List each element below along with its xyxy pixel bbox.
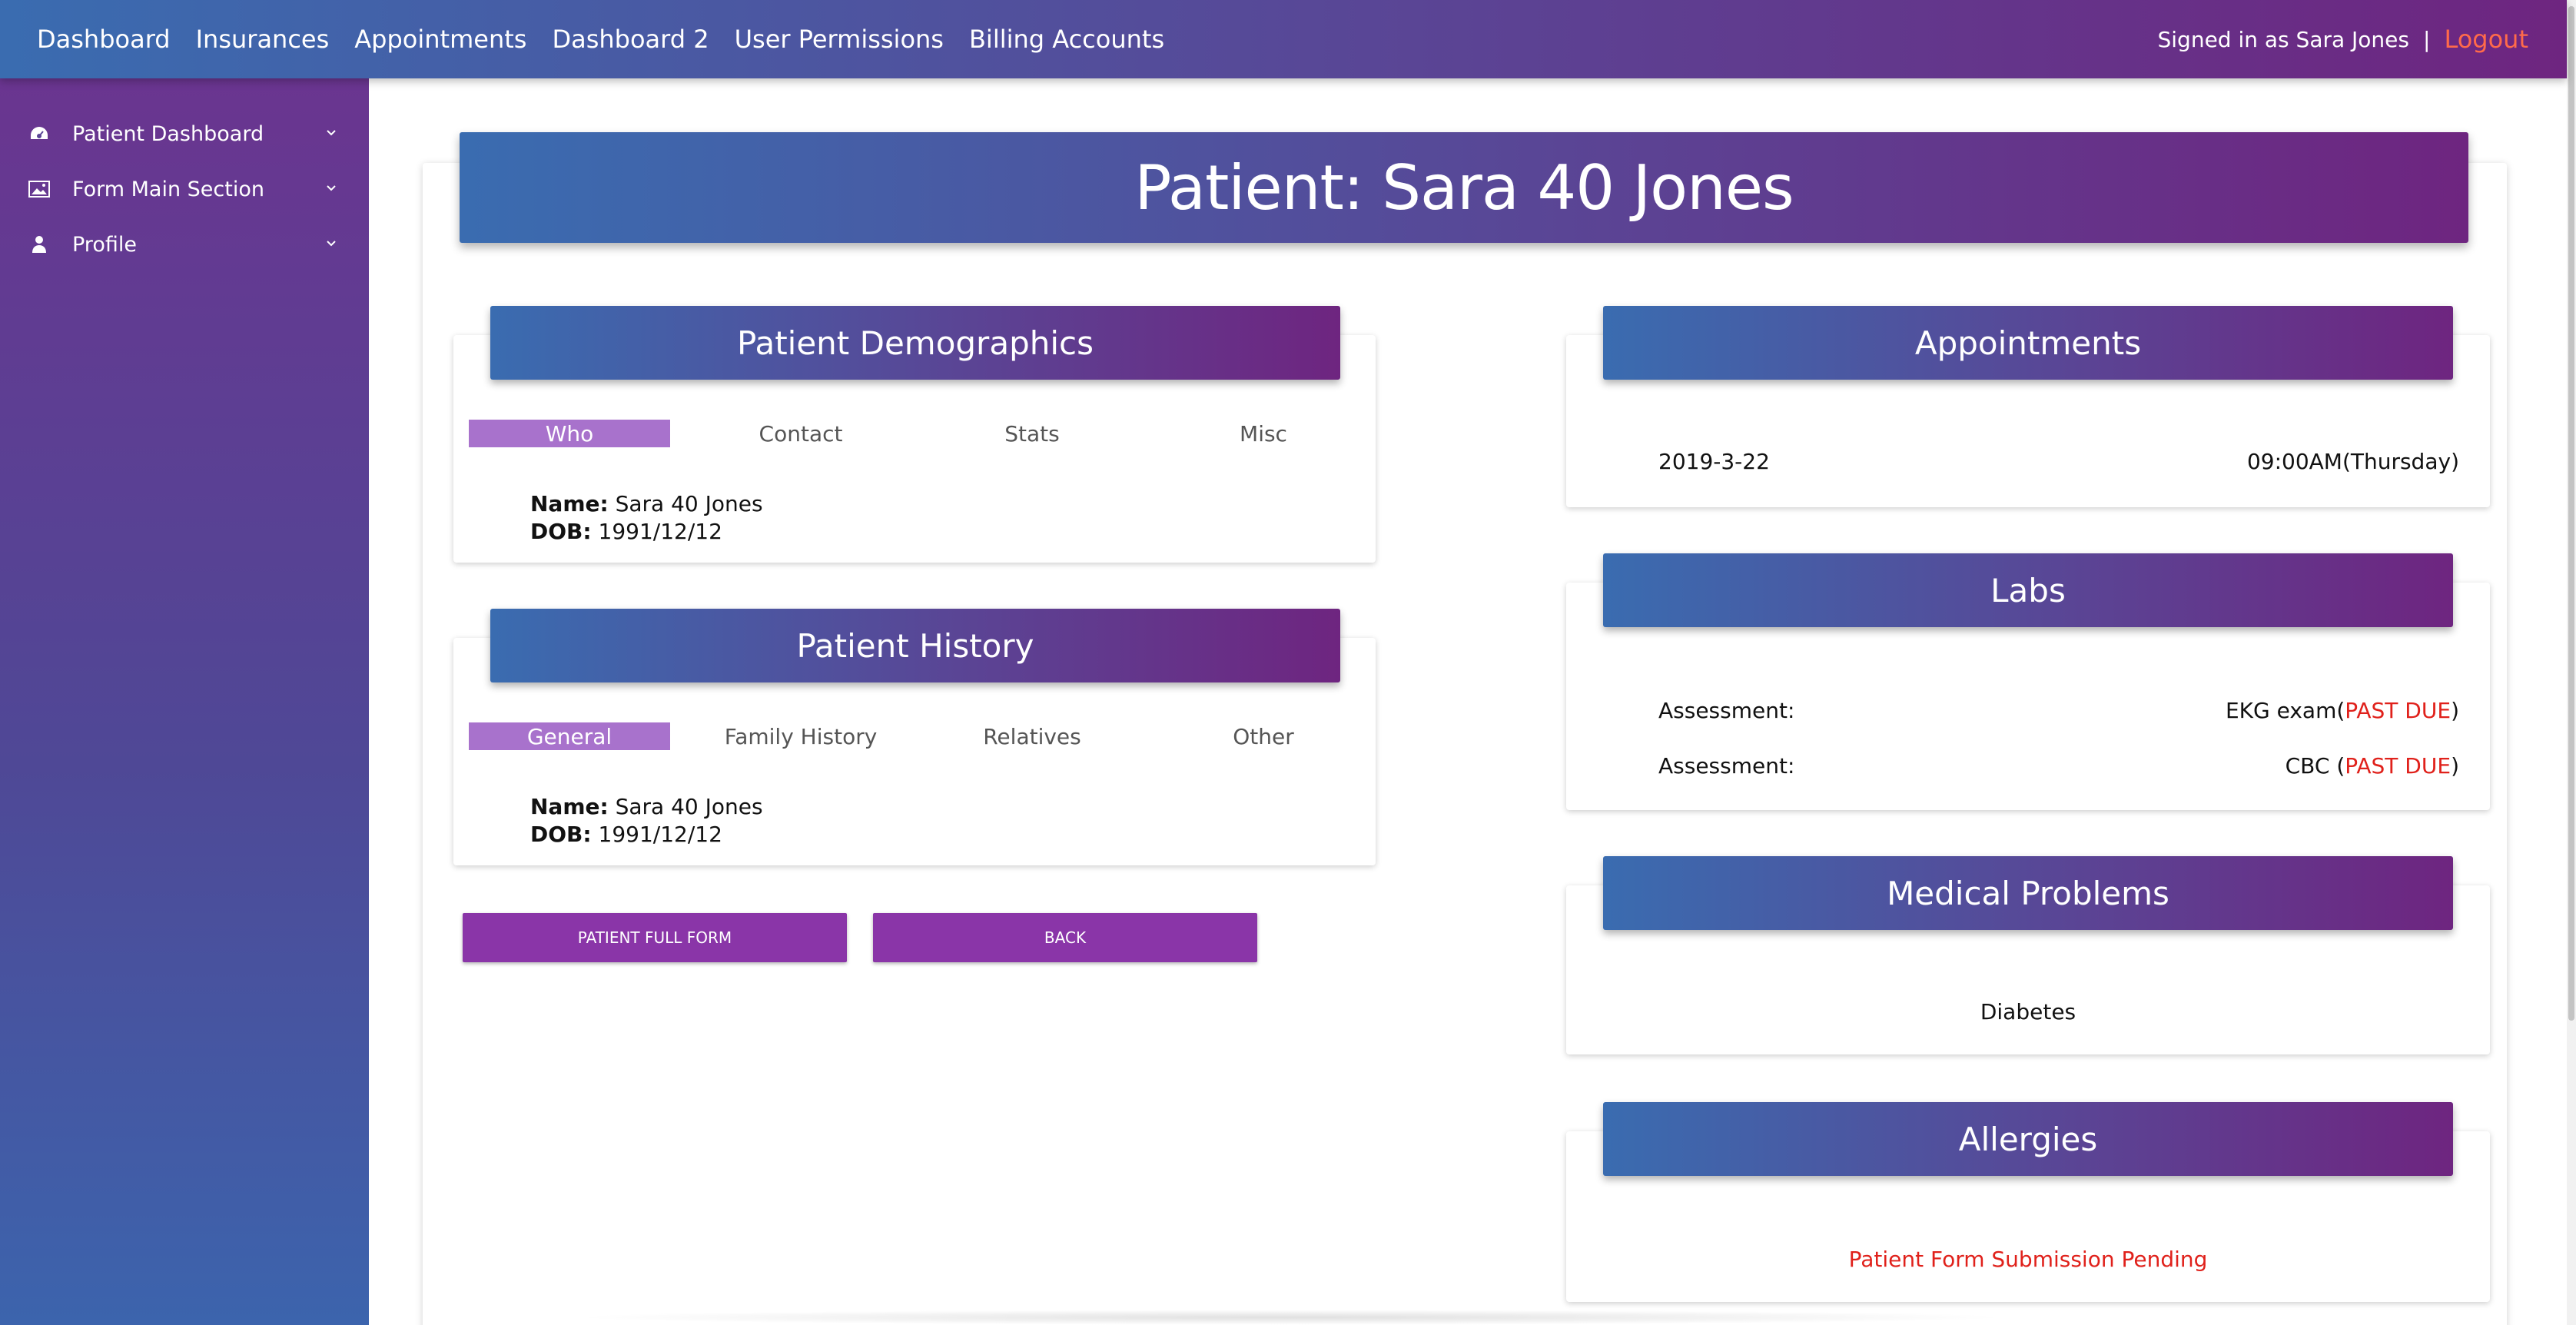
sidebar-item-label: Patient Dashboard <box>72 121 264 146</box>
tab-relatives[interactable]: Relatives <box>931 722 1133 750</box>
past-due-status: PAST DUE <box>2345 753 2452 779</box>
image-icon <box>28 178 51 201</box>
chevron-down-icon <box>320 177 343 200</box>
tab-stats[interactable]: Stats <box>931 420 1133 447</box>
tab-who[interactable]: Who <box>469 420 670 447</box>
nav-separator: | <box>2423 26 2431 52</box>
page-title: Patient: Sara 40 Jones <box>1134 151 1794 224</box>
sidebar-item-label: Form Main Section <box>72 177 264 201</box>
tab-other[interactable]: Other <box>1163 722 1364 750</box>
appointment-time: 09:00AM(Thursday) <box>2246 449 2459 474</box>
nav-dashboard[interactable]: Dashboard <box>37 25 171 54</box>
nav-appointments[interactable]: Appointments <box>354 25 526 54</box>
past-due-status: PAST DUE <box>2345 698 2452 723</box>
sidebar: Patient Dashboard Form Main Section Prof… <box>0 78 369 1325</box>
dob-value: 1991/12/12 <box>598 519 722 544</box>
chevron-down-icon <box>320 232 343 255</box>
tab-general[interactable]: General <box>469 722 670 750</box>
lab-test-name: EKG exam( <box>2225 698 2345 723</box>
user-icon <box>28 233 51 256</box>
tab-family-history[interactable]: Family History <box>700 722 901 750</box>
sidebar-item-patient-dashboard[interactable]: Patient Dashboard <box>28 118 343 149</box>
sidebar-item-profile[interactable]: Profile <box>28 229 343 260</box>
bottom-shadow <box>569 1310 2013 1325</box>
name-label: Name: <box>530 794 609 819</box>
sidebar-item-form-main-section[interactable]: Form Main Section <box>28 174 343 204</box>
patient-full-form-button[interactable]: PATIENT FULL FORM <box>463 913 847 962</box>
demographics-details: Name: Sara 40 Jones DOB: 1991/12/12 <box>530 490 763 546</box>
tab-contact[interactable]: Contact <box>700 420 901 447</box>
appointment-date: 2019-3-22 <box>1658 449 1770 474</box>
dob-label: DOB: <box>530 822 592 847</box>
signed-in-text: Signed in as Sara Jones <box>2157 26 2410 52</box>
nav-dashboard-2[interactable]: Dashboard 2 <box>552 25 709 54</box>
nav-user-permissions[interactable]: User Permissions <box>735 25 944 54</box>
sidebar-item-label: Profile <box>72 232 137 257</box>
lab-test-close: ) <box>2451 753 2459 779</box>
medical-problems-header: Medical Problems <box>1603 856 2453 930</box>
nav-billing-accounts[interactable]: Billing Accounts <box>969 25 1164 54</box>
scrollbar-thumb[interactable] <box>2568 6 2574 1021</box>
user-area: Signed in as Sara Jones | Logout <box>2158 0 2529 78</box>
appointments-header: Appointments <box>1603 306 2453 380</box>
history-header: Patient History <box>490 609 1340 682</box>
tab-misc[interactable]: Misc <box>1163 420 1364 447</box>
lab-row-label: Assessment: <box>1658 698 1795 723</box>
name-label: Name: <box>530 491 609 516</box>
history-details: Name: Sara 40 Jones DOB: 1991/12/12 <box>530 793 763 848</box>
demographics-header: Patient Demographics <box>490 306 1340 380</box>
lab-row-value: EKG exam(PAST DUE) <box>2226 698 2459 723</box>
dob-label: DOB: <box>530 519 592 544</box>
lab-row-label: Assessment: <box>1658 753 1795 779</box>
demographics-tabs: Who Contact Stats Misc <box>469 420 1394 447</box>
nav-insurances[interactable]: Insurances <box>196 25 330 54</box>
back-button[interactable]: BACK <box>873 913 1257 962</box>
name-value: Sara 40 Jones <box>615 491 763 516</box>
dob-value: 1991/12/12 <box>598 822 722 847</box>
logout-link[interactable]: Logout <box>2444 25 2528 54</box>
labs-header: Labs <box>1603 553 2453 627</box>
allergies-status: Patient Form Submission Pending <box>1848 1247 2208 1272</box>
page-title-banner: Patient: Sara 40 Jones <box>460 132 2468 243</box>
history-tabs: General Family History Relatives Other <box>469 722 1394 750</box>
dashboard-gauge-icon <box>28 122 51 145</box>
lab-test-close: ) <box>2451 698 2459 723</box>
lab-test-name: CBC ( <box>2285 753 2345 779</box>
medical-problem-item: Diabetes <box>1980 999 2076 1024</box>
name-value: Sara 40 Jones <box>615 794 763 819</box>
lab-row-value: CBC (PAST DUE) <box>2286 753 2459 779</box>
allergies-header: Allergies <box>1603 1102 2453 1176</box>
page-scrollbar[interactable] <box>2567 0 2576 1325</box>
chevron-down-icon <box>320 121 343 144</box>
top-navbar: Dashboard Insurances Appointments Dashbo… <box>0 0 2567 78</box>
